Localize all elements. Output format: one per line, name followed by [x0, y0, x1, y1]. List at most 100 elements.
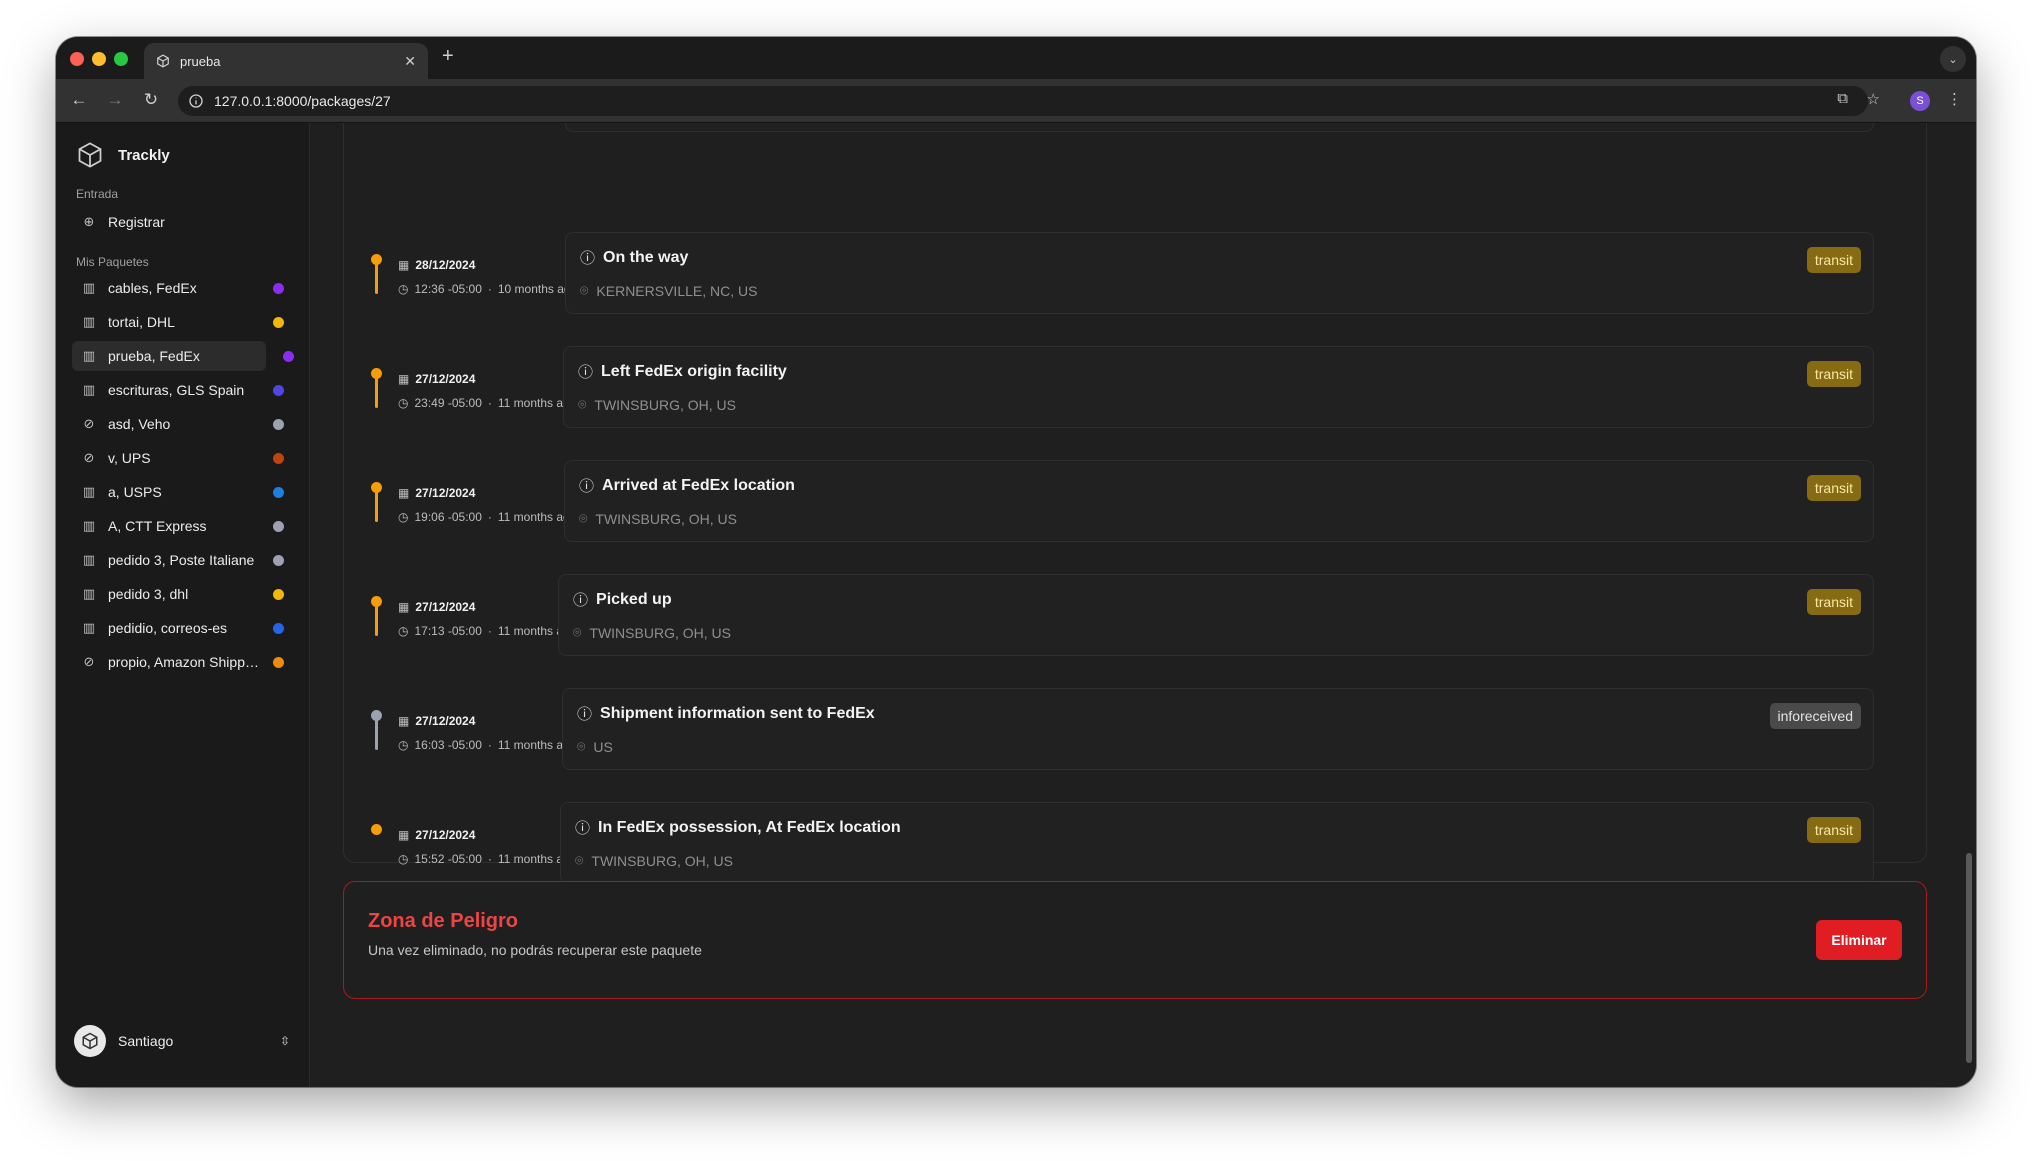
calendar-icon: ▦: [398, 372, 410, 386]
address-bar[interactable]: 127.0.0.1:8000/packages/27: [178, 86, 1868, 116]
url-text: 127.0.0.1:8000/packages/27: [214, 93, 391, 109]
status-dot: [273, 486, 284, 498]
separator: ·: [487, 738, 492, 752]
sidebar-item-package[interactable]: ▥ escrituras, GLS Spain: [72, 375, 294, 405]
event-card: ⓘ Arrived at FedEx location ⌾ TWINSBURG, OH…: [564, 460, 1874, 542]
back-icon[interactable]: ←: [68, 90, 90, 110]
forward-icon[interactable]: →: [104, 90, 126, 110]
clock-icon: ◷: [398, 396, 409, 410]
chevrons-up-down-icon: ⇳: [279, 1034, 290, 1048]
separator: ·: [487, 510, 492, 524]
event-location-text: US: [593, 738, 613, 755]
timeline-event: ▦ 27/12/2024 ◷ 23:49 -05:00 · 11 months ago ⓘ L…: [344, 346, 1928, 432]
danger-zone-description: Una vez eliminado, no podrás recuperar e…: [368, 942, 702, 958]
sidebar-item-package[interactable]: ▥ A, CTT Express: [72, 511, 294, 541]
clock-icon: ◷: [398, 852, 409, 866]
tab-search-icon[interactable]: ⌄: [1940, 46, 1966, 72]
event-title: ⓘ On the way: [580, 247, 688, 268]
status-badge: transit: [1806, 247, 1861, 273]
sidebar-item-package[interactable]: ▥ pedidio, correos-es: [72, 613, 294, 643]
sidebar-item-package[interactable]: ▥ cables, FedEx: [72, 273, 294, 303]
package-label: prueba, FedEx: [108, 348, 200, 364]
profile-avatar[interactable]: S: [1910, 91, 1930, 111]
box-logo-icon: [78, 142, 102, 168]
event-date-text: 27/12/2024: [415, 600, 476, 614]
package-label: asd, Veho: [108, 416, 171, 432]
browser-menu-icon[interactable]: ⋮: [1947, 90, 1962, 108]
sidebar-item-package[interactable]: ▥ pedido 3, dhl: [72, 579, 294, 609]
sidebar-item-package[interactable]: ▥ a, USPS: [72, 477, 294, 507]
delete-package-button[interactable]: Eliminar: [1816, 920, 1902, 960]
map-pin-icon: ⌾: [579, 510, 588, 526]
building-icon: ▥: [82, 552, 96, 567]
event-location-text: TWINSBURG, OH, US: [594, 396, 736, 413]
sidebar-item-package[interactable]: ▥ pedido 3, Poste Italiane: [72, 545, 294, 575]
browser-tab[interactable]: prueba ✕: [144, 43, 428, 79]
sidebar-item-package[interactable]: ⊘ v, UPS: [72, 443, 294, 473]
sidebar-item-package[interactable]: ▥ tortai, DHL: [72, 307, 294, 337]
event-location: ⌾ TWINSBURG, OH, US: [573, 624, 731, 641]
translate-icon[interactable]: ⧉: [1837, 90, 1848, 107]
timeline-line: [375, 264, 378, 294]
package-label: escrituras, GLS Spain: [108, 382, 245, 398]
event-location: ⌾ TWINSBURG, OH, US: [575, 852, 733, 869]
browser-window: prueba ✕ + ⌄ ← → ↻ 127.0.0.1:8000/packag…: [56, 37, 1976, 1087]
package-icon: [157, 54, 169, 68]
bookmark-star-icon[interactable]: ☆: [1867, 90, 1880, 108]
reload-icon[interactable]: ↻: [140, 90, 162, 110]
timeline-event: ▦ 27/12/2024 ◷ 15:52 -05:00 · 11 months ago ⓘ I…: [344, 802, 1928, 888]
info-icon: ⓘ: [578, 364, 594, 381]
building-icon: ▥: [82, 518, 96, 533]
event-title-text: On the way: [603, 248, 689, 266]
event-date-text: 27/12/2024: [415, 828, 476, 842]
close-tab-icon[interactable]: ✕: [404, 53, 416, 70]
clock-icon: ◷: [398, 510, 409, 524]
sidebar-item-package[interactable]: ⊘ propio, Amazon Shipping: [72, 647, 294, 677]
timeline-event: ▦ 27/12/2024 ◷ 17:13 -05:00 · 11 months ago ⓘ P…: [344, 574, 1928, 660]
scrollbar-thumb[interactable]: [1966, 853, 1972, 1063]
close-window-button[interactable]: [70, 52, 84, 66]
event-date-text: 27/12/2024: [415, 714, 476, 728]
user-name: Santiago: [118, 1033, 174, 1049]
separator: ·: [487, 396, 492, 410]
new-tab-icon[interactable]: +: [442, 45, 454, 68]
package-label: tortai, DHL: [108, 314, 175, 330]
main-content: ◷22:10 -05:00·10 months ago⌾KERNERSVILLE…: [310, 123, 1976, 1087]
building-icon: ▥: [82, 484, 96, 499]
status-dot: [273, 622, 284, 634]
event-title: ⓘ In FedEx possession, At FedEx location: [575, 817, 901, 838]
event-title: ⓘ Left FedEx origin facility: [578, 361, 787, 382]
event-title-text: Left FedEx origin facility: [601, 362, 787, 380]
sidebar-item-package[interactable]: ⊘ asd, Veho: [72, 409, 294, 439]
info-icon: ⓘ: [580, 250, 596, 267]
timeline-line: [375, 492, 378, 522]
brand[interactable]: Trackly: [76, 141, 170, 169]
status-dot: [273, 554, 284, 566]
timeline-line: [375, 606, 378, 636]
event-card: ⓘ In FedEx possession, At FedEx location ⌾…: [560, 802, 1874, 884]
event-time-text: 16:03 -05:00: [414, 738, 482, 752]
info-icon: ⓘ: [577, 706, 593, 723]
app-name: Trackly: [118, 146, 170, 164]
site-info-icon[interactable]: [188, 93, 204, 109]
sidebar-item-registrar[interactable]: ⊕ Registrar: [72, 207, 294, 237]
clock-icon: ◷: [398, 282, 409, 296]
maximize-window-button[interactable]: [114, 52, 128, 66]
minimize-window-button[interactable]: [92, 52, 106, 66]
event-title-text: Picked up: [596, 590, 672, 608]
section-entrada: Entrada: [76, 187, 119, 201]
separator: ·: [487, 282, 492, 296]
sidebar-item-package[interactable]: ▥ prueba, FedEx: [72, 341, 294, 371]
event-date-text: 27/12/2024: [415, 486, 476, 500]
event-time: ◷ 16:03 -05:00 · 11 months ago: [398, 738, 576, 752]
user-menu[interactable]: Santiago ⇳: [74, 1021, 290, 1061]
event-card: ⓘ Left FedEx origin facility ⌾ TWINSBURG, O…: [563, 346, 1874, 428]
map-pin-icon: ⌾: [578, 396, 587, 412]
check-circle-icon: ⊘: [83, 450, 95, 465]
package-label: pedido 3, dhl: [108, 586, 189, 602]
calendar-icon: ▦: [398, 714, 410, 728]
event-date: ▦ 27/12/2024: [398, 600, 475, 614]
event-date: ▦ 27/12/2024: [398, 372, 475, 386]
event-time: ◷ 19:06 -05:00 · 11 months ago: [398, 510, 576, 524]
event-time-text: 19:06 -05:00: [414, 510, 482, 524]
